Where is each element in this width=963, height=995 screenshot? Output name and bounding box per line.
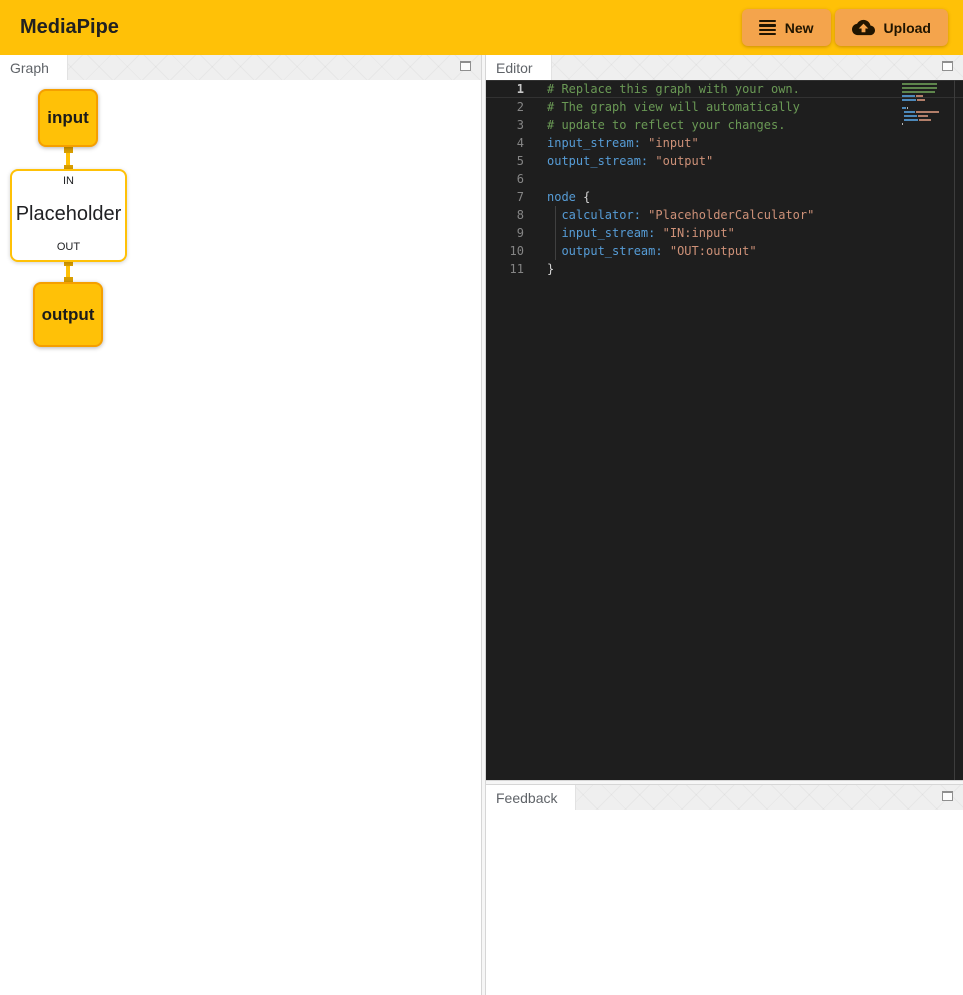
editor-panel: Editor 1# Replace this graph with your o… [486, 55, 963, 780]
app-header: MediaPipe New Upload [0, 0, 963, 55]
tab-editor[interactable]: Editor [486, 55, 552, 80]
tab-feedback[interactable]: Feedback [486, 785, 576, 810]
feedback-panel: Feedback [486, 785, 963, 995]
app-title: MediaPipe [20, 16, 119, 39]
minimap[interactable] [902, 83, 942, 127]
graph-panel: Graph input IN Placeholder OUT output [0, 55, 481, 995]
graph-canvas[interactable]: input IN Placeholder OUT output [0, 80, 481, 995]
maximize-icon[interactable] [942, 791, 953, 801]
node-placeholder-label: Placeholder [16, 203, 122, 226]
node-output-label: output [42, 305, 95, 325]
tab-editor-label: Editor [496, 60, 533, 76]
list-icon [759, 20, 776, 36]
right-column: Editor 1# Replace this graph with your o… [486, 55, 963, 995]
upload-button-label: Upload [884, 20, 931, 36]
out-port-label: OUT [57, 241, 80, 253]
new-button[interactable]: New [742, 9, 831, 46]
new-button-label: New [785, 20, 814, 36]
maximize-icon[interactable] [460, 61, 471, 71]
code-line: 8 calculator: "PlaceholderCalculator" [486, 206, 963, 224]
code-line: 2# The graph view will automatically [486, 98, 963, 116]
code-line: 11} [486, 260, 963, 278]
maximize-icon[interactable] [942, 61, 953, 71]
code-line: 1# Replace this graph with your own. [486, 80, 963, 98]
node-output[interactable]: output [33, 282, 103, 347]
editor-tabbar: Editor [486, 55, 963, 80]
code-line: 5output_stream: "output" [486, 152, 963, 170]
code-lines: 1# Replace this graph with your own.2# T… [486, 80, 963, 278]
main-area: Graph input IN Placeholder OUT output [0, 55, 963, 995]
code-line: 6 [486, 170, 963, 188]
tab-graph[interactable]: Graph [0, 55, 68, 80]
cloud-upload-icon [852, 19, 875, 36]
node-placeholder[interactable]: IN Placeholder OUT [10, 169, 127, 262]
code-line: 9 input_stream: "IN:input" [486, 224, 963, 242]
code-line: 4input_stream: "input" [486, 134, 963, 152]
tab-feedback-label: Feedback [496, 790, 557, 806]
code-line: 7node { [486, 188, 963, 206]
code-line: 3# update to reflect your changes. [486, 116, 963, 134]
feedback-content [486, 810, 963, 995]
node-input-label: input [47, 108, 89, 128]
code-editor[interactable]: 1# Replace this graph with your own.2# T… [486, 80, 963, 780]
upload-button[interactable]: Upload [835, 9, 948, 46]
feedback-tabbar: Feedback [486, 785, 963, 810]
graph-tabbar: Graph [0, 55, 481, 80]
code-line: 10 output_stream: "OUT:output" [486, 242, 963, 260]
node-input[interactable]: input [38, 89, 98, 147]
tab-graph-label: Graph [10, 60, 49, 76]
in-port-label: IN [63, 175, 74, 187]
